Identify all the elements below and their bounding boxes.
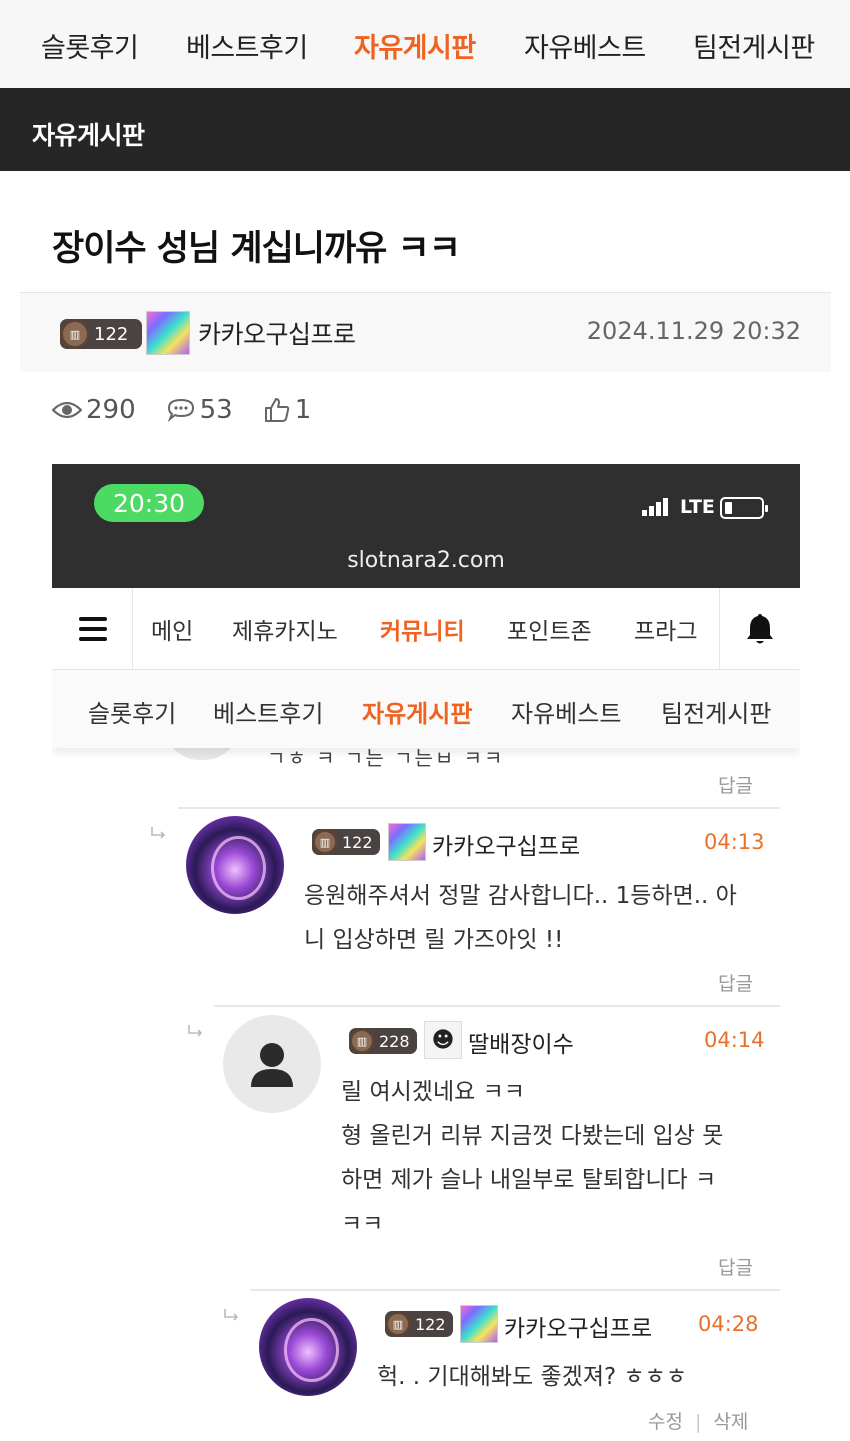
comment-line: 형 올린거 리뷰 지금껏 다봤는데 입상 못 bbox=[341, 1123, 724, 1149]
post-image-screenshot: 20:30 LTE slotnara2.com 메인 제휴카지노 커뮤니티 포인… bbox=[52, 464, 800, 1441]
author-name[interactable]: 카카오구십프로 bbox=[198, 315, 356, 351]
reply-link[interactable]: 답글 bbox=[718, 969, 753, 996]
nav-praga[interactable]: 프라그 bbox=[634, 612, 697, 646]
reply-arrow-icon bbox=[224, 1309, 239, 1321]
commenter-icon-image bbox=[388, 823, 426, 861]
site-main-nav: 메인 제휴카지노 커뮤니티 포인트존 프라그 bbox=[52, 588, 800, 670]
reply-arrow-icon bbox=[151, 827, 166, 839]
comment-actions: 수정 | 삭제 bbox=[648, 1407, 748, 1434]
views-count: 290 bbox=[86, 395, 136, 425]
post-date: 2024.11.29 20:32 bbox=[586, 317, 801, 345]
tab-free-best[interactable]: 자유베스트 bbox=[524, 26, 646, 65]
level-medal-icon: ▥ bbox=[385, 1311, 411, 1337]
commenter-avatar-default[interactable] bbox=[223, 1015, 321, 1113]
browser-domain: slotnara2.com bbox=[347, 548, 505, 573]
views-stat: 290 bbox=[52, 395, 136, 425]
level-number: 122 bbox=[342, 832, 373, 852]
subnav-slot-review[interactable]: 슬롯후기 bbox=[88, 694, 176, 729]
signal-icon bbox=[642, 498, 668, 516]
commenter-avatar[interactable] bbox=[259, 1298, 357, 1396]
subnav-free-best[interactable]: 자유베스트 bbox=[511, 694, 621, 729]
nav-main[interactable]: 메인 bbox=[151, 612, 193, 646]
comment-time: 04:14 bbox=[704, 1028, 765, 1052]
commenter-icon-image bbox=[460, 1305, 498, 1343]
user-silhouette-icon bbox=[251, 1043, 293, 1087]
level-badge: ▥ 122 bbox=[385, 1311, 453, 1337]
commenter-avatar[interactable] bbox=[186, 816, 284, 914]
nav-community[interactable]: 커뮤니티 bbox=[380, 612, 465, 646]
separator: | bbox=[694, 1411, 702, 1433]
comment-text: 릴 여시겠네요 ㅋㅋ 형 올린거 리뷰 지금껏 다봤는데 입상 못 하면 제가 … bbox=[341, 1070, 723, 1246]
level-badge: ▥ 122 bbox=[312, 829, 380, 855]
likes-count: 1 bbox=[294, 395, 312, 425]
likes-stat[interactable]: 1 bbox=[263, 395, 312, 425]
comments-stat: 53 bbox=[166, 395, 233, 425]
nav-partner-casino[interactable]: 제휴카지노 bbox=[232, 612, 338, 646]
commenter-icon-image: ☻ bbox=[424, 1021, 462, 1059]
reply-arrow-icon bbox=[188, 1025, 203, 1037]
post-title: 장이수 성님 계십니까유 ㅋㅋ bbox=[52, 229, 461, 269]
comment-divider bbox=[214, 1005, 780, 1007]
comment-icon bbox=[167, 398, 194, 423]
post-stats: 290 53 1 bbox=[52, 392, 341, 428]
reply-link[interactable]: 답글 bbox=[718, 1253, 753, 1280]
phone-status-bar: 20:30 LTE slotnara2.com bbox=[52, 464, 800, 588]
level-number: 228 bbox=[379, 1031, 410, 1051]
character-icon: ☻ bbox=[431, 1027, 455, 1053]
board-title: 자유게시판 bbox=[32, 121, 145, 150]
tab-best-review[interactable]: 베스트후기 bbox=[186, 26, 308, 65]
level-badge: ▥ 228 bbox=[349, 1028, 417, 1054]
reply-link[interactable]: 답글 bbox=[718, 771, 753, 798]
comment-time: 04:28 bbox=[698, 1312, 759, 1336]
delete-link[interactable]: 삭제 bbox=[713, 1411, 748, 1433]
comment-line: ㅋㅋ bbox=[341, 1211, 384, 1237]
commenter-name[interactable]: 딸배장이수 bbox=[468, 1025, 574, 1059]
comment-divider bbox=[250, 1289, 780, 1291]
comment-time: 04:13 bbox=[704, 830, 765, 854]
comment-line: 릴 여시겠네요 ㅋㅋ bbox=[341, 1079, 525, 1105]
eye-icon bbox=[52, 401, 82, 419]
post-author-bar: ▥ 122 카카오구십프로 2024.11.29 20:32 bbox=[20, 292, 831, 372]
phone-clock: 20:30 bbox=[94, 484, 204, 522]
comment-line: 니 입상하면 릴 가즈아잇 !! bbox=[304, 927, 564, 953]
tab-free-board[interactable]: 자유게시판 bbox=[354, 26, 476, 65]
network-type: LTE bbox=[680, 496, 715, 518]
commenter-name[interactable]: 카카오구십프로 bbox=[432, 827, 580, 861]
thumbs-up-icon bbox=[264, 398, 289, 422]
subnav-free-board[interactable]: 자유게시판 bbox=[362, 694, 472, 729]
level-number: 122 bbox=[94, 323, 129, 345]
level-badge: ▥ 122 bbox=[60, 319, 142, 349]
site-sub-nav: 슬롯후기 베스트후기 자유게시판 자유베스트 팀전게시판 bbox=[52, 670, 800, 748]
commenter-name[interactable]: 카카오구십프로 bbox=[504, 1309, 652, 1343]
tab-team-board[interactable]: 팀전게시판 bbox=[693, 26, 815, 65]
comment-line: 하면 제가 슬나 내일부로 탈퇴합니다 ㅋ bbox=[341, 1167, 717, 1193]
comment-line: 응원해주셔서 정말 감사합니다.. 1등하면.. 아 bbox=[304, 883, 737, 909]
top-nav: 슬롯후기 베스트후기 자유게시판 자유베스트 팀전게시판 bbox=[0, 0, 850, 88]
tab-slot-review[interactable]: 슬롯후기 bbox=[41, 26, 139, 65]
subnav-best-review[interactable]: 베스트후기 bbox=[213, 694, 323, 729]
nav-point-zone[interactable]: 포인트존 bbox=[507, 612, 592, 646]
level-medal-icon: ▥ bbox=[349, 1028, 375, 1054]
subnav-team-board[interactable]: 팀전게시판 bbox=[661, 694, 771, 729]
comments-count: 53 bbox=[199, 395, 233, 425]
comment-text: 헉. . 기대해봐도 좋겠져? ㅎㅎㅎ bbox=[377, 1355, 687, 1399]
menu-icon[interactable] bbox=[52, 588, 133, 670]
notification-button[interactable] bbox=[719, 588, 800, 670]
edit-link[interactable]: 수정 bbox=[648, 1411, 683, 1433]
battery-icon bbox=[720, 497, 768, 519]
board-header: 자유게시판 bbox=[0, 88, 850, 171]
level-medal-icon: ▥ bbox=[312, 829, 338, 855]
comment-text: 응원해주셔서 정말 감사합니다.. 1등하면.. 아 니 입상하면 릴 가즈아잇… bbox=[304, 874, 737, 962]
comment-divider bbox=[178, 807, 780, 809]
author-icon-image bbox=[146, 311, 190, 355]
bell-icon bbox=[747, 614, 773, 644]
comment-line: 헉. . 기대해봐도 좋겠져? ㅎㅎㅎ bbox=[377, 1364, 687, 1390]
level-medal-icon: ▥ bbox=[60, 319, 90, 349]
level-number: 122 bbox=[415, 1314, 446, 1334]
